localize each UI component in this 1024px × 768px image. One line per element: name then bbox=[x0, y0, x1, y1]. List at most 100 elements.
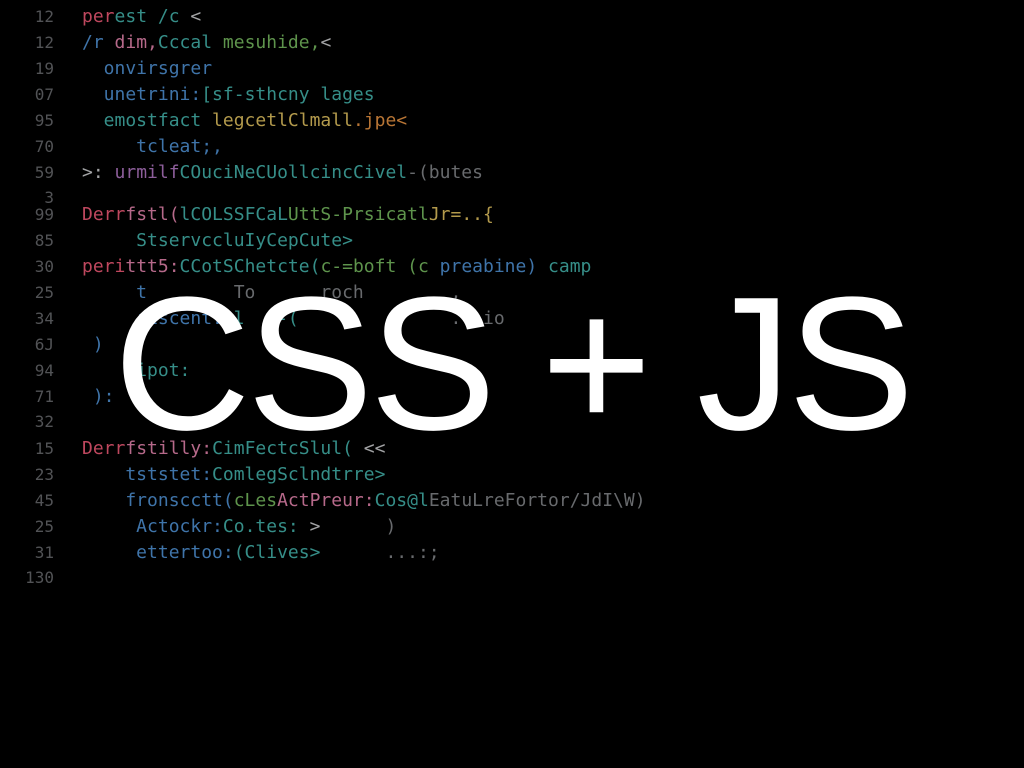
code-token: CimFectcSlul( bbox=[212, 438, 364, 459]
code-token: ): bbox=[82, 386, 115, 407]
line-number: 94 bbox=[18, 361, 54, 380]
code-token: cLes bbox=[234, 490, 277, 511]
code-token: camp bbox=[548, 256, 591, 277]
line-number: 70 bbox=[18, 137, 54, 156]
code-token: est /c bbox=[115, 6, 191, 27]
code-token: .jpe< bbox=[353, 110, 407, 131]
code-token: Derr bbox=[82, 438, 125, 459]
code-line: 6J ) bbox=[18, 334, 1024, 360]
code-token: lCOLSSFCaL bbox=[180, 204, 288, 225]
code-line: 25 t To roch , bbox=[18, 282, 1024, 308]
code-token: UttS-Prsicatl bbox=[288, 204, 429, 225]
code-token: t bbox=[82, 282, 234, 303]
code-line: 59 >: urmilfCOuciNeCUollcincCivel-(butes bbox=[18, 162, 1024, 188]
code-content: "ipot: bbox=[82, 360, 190, 381]
code-token: Actockr: bbox=[82, 516, 223, 537]
code-content: perest /c < bbox=[82, 6, 201, 27]
code-content: Derrfstilly:CimFectcSlul( << bbox=[82, 438, 385, 459]
line-number: 30 bbox=[18, 257, 54, 276]
code-content: ettertoo:(Clives> ...:; bbox=[82, 542, 440, 563]
line-number: 59 bbox=[18, 163, 54, 182]
code-line: 19 onvirsgrer bbox=[18, 58, 1024, 84]
line-number: 95 bbox=[18, 111, 54, 130]
code-token: ) bbox=[82, 334, 104, 355]
line-number: 25 bbox=[18, 283, 54, 302]
code-token: tststet: bbox=[82, 464, 212, 485]
code-content: riscent: l -( ...io bbox=[82, 308, 505, 329]
code-token: -(butes bbox=[407, 162, 483, 183]
code-token: To roch , bbox=[234, 282, 462, 303]
code-content: StservccluIyCepCute> bbox=[82, 230, 353, 251]
code-token: onvirsgrer bbox=[82, 58, 212, 79]
code-line: 32 bbox=[18, 412, 1024, 438]
code-line: 30 perittt5:CCotSChetcte(c-=boft (c preab… bbox=[18, 256, 1024, 282]
line-number: 99 bbox=[18, 205, 54, 224]
code-content: tcleat;, bbox=[82, 136, 223, 157]
code-content: Actockr:Co.tes: > ) bbox=[82, 516, 396, 537]
code-line: 85 StservccluIyCepCute> bbox=[18, 230, 1024, 256]
line-number: 12 bbox=[18, 7, 54, 26]
code-token: ActPreur: bbox=[277, 490, 375, 511]
code-token: COuciNeCUollcincCivel bbox=[180, 162, 408, 183]
code-token: ) bbox=[331, 516, 396, 537]
code-token: Cos@l bbox=[375, 490, 429, 511]
code-token: < bbox=[320, 32, 331, 53]
code-content: t To roch , bbox=[82, 282, 461, 303]
code-token: CCotSChetcte( bbox=[180, 256, 321, 277]
code-token: > bbox=[310, 516, 332, 537]
code-content: /r dim,Cccal mesuhide,< bbox=[82, 32, 331, 53]
code-token: per bbox=[82, 6, 115, 27]
code-content: perittt5:CCotSChetcte(c-=boft (c preabin… bbox=[82, 256, 591, 277]
code-token: EatuLreFortor/JdI\W) bbox=[429, 490, 646, 511]
code-content: >: urmilfCOuciNeCUollcincCivel-(butes bbox=[82, 162, 483, 183]
code-token: emostfact bbox=[82, 110, 212, 131]
code-token: fronscctt( bbox=[82, 490, 234, 511]
code-line: 12/r dim,Cccal mesuhide,< bbox=[18, 32, 1024, 58]
code-token: Cccal bbox=[158, 32, 223, 53]
code-token: ComlegSclndtrre> bbox=[212, 464, 385, 485]
code-token: "ipot: bbox=[82, 360, 190, 381]
line-number: 85 bbox=[18, 231, 54, 250]
code-line: 34 riscent: l -( ...io bbox=[18, 308, 1024, 334]
line-number: 15 bbox=[18, 439, 54, 458]
code-line: 31 ettertoo:(Clives> ...:; bbox=[18, 542, 1024, 568]
line-number: 19 bbox=[18, 59, 54, 78]
line-number: 25 bbox=[18, 517, 54, 536]
line-number: 07 bbox=[18, 85, 54, 104]
code-content: ): bbox=[82, 386, 115, 407]
line-number: 71 bbox=[18, 387, 54, 406]
code-line: 45 fronscctt(cLesActPreur:Cos@lEatuLreFo… bbox=[18, 490, 1024, 516]
code-token: Co.tes: bbox=[223, 516, 310, 537]
code-line: 07 unetrini:[sf-sthcny lages bbox=[18, 84, 1024, 110]
code-token: /r bbox=[82, 32, 115, 53]
code-token: ...:; bbox=[320, 542, 439, 563]
code-line: 70 tcleat;, bbox=[18, 136, 1024, 162]
code-token: Jr=..{ bbox=[429, 204, 494, 225]
code-token: ettertoo: bbox=[82, 542, 234, 563]
line-number: 34 bbox=[18, 309, 54, 328]
code-line: 95 emostfact legcetlClmall.jpe< bbox=[18, 110, 1024, 136]
code-content: unetrini:[sf-sthcny lages bbox=[82, 84, 375, 105]
code-line: 12 perest /c < bbox=[18, 6, 1024, 32]
code-line: 3 bbox=[18, 188, 1024, 204]
line-number: 130 bbox=[18, 568, 54, 587]
code-token: fstilly: bbox=[125, 438, 212, 459]
code-token: [sf-sthcny lages bbox=[201, 84, 374, 105]
code-line: 15 Derrfstilly:CimFectcSlul( << bbox=[18, 438, 1024, 464]
code-token: peri bbox=[82, 256, 125, 277]
code-content: ) bbox=[82, 334, 104, 355]
code-token: (Clives> bbox=[234, 542, 321, 563]
code-editor: 12perest /c <12/r dim,Cccal mesuhide,<19… bbox=[0, 6, 1024, 594]
code-token: unetrini: bbox=[82, 84, 201, 105]
code-token: << bbox=[364, 438, 386, 459]
code-token: >: bbox=[82, 162, 115, 183]
code-line: 130 bbox=[18, 568, 1024, 594]
code-token: legcetlClmall bbox=[212, 110, 353, 131]
line-number: 32 bbox=[18, 412, 54, 431]
code-content: emostfact legcetlClmall.jpe< bbox=[82, 110, 407, 131]
line-number: 12 bbox=[18, 33, 54, 52]
code-content: fronscctt(cLesActPreur:Cos@lEatuLreForto… bbox=[82, 490, 646, 511]
code-token: tcleat;, bbox=[82, 136, 223, 157]
code-token: preabine) bbox=[440, 256, 548, 277]
code-line: 25 Actockr:Co.tes: > ) bbox=[18, 516, 1024, 542]
